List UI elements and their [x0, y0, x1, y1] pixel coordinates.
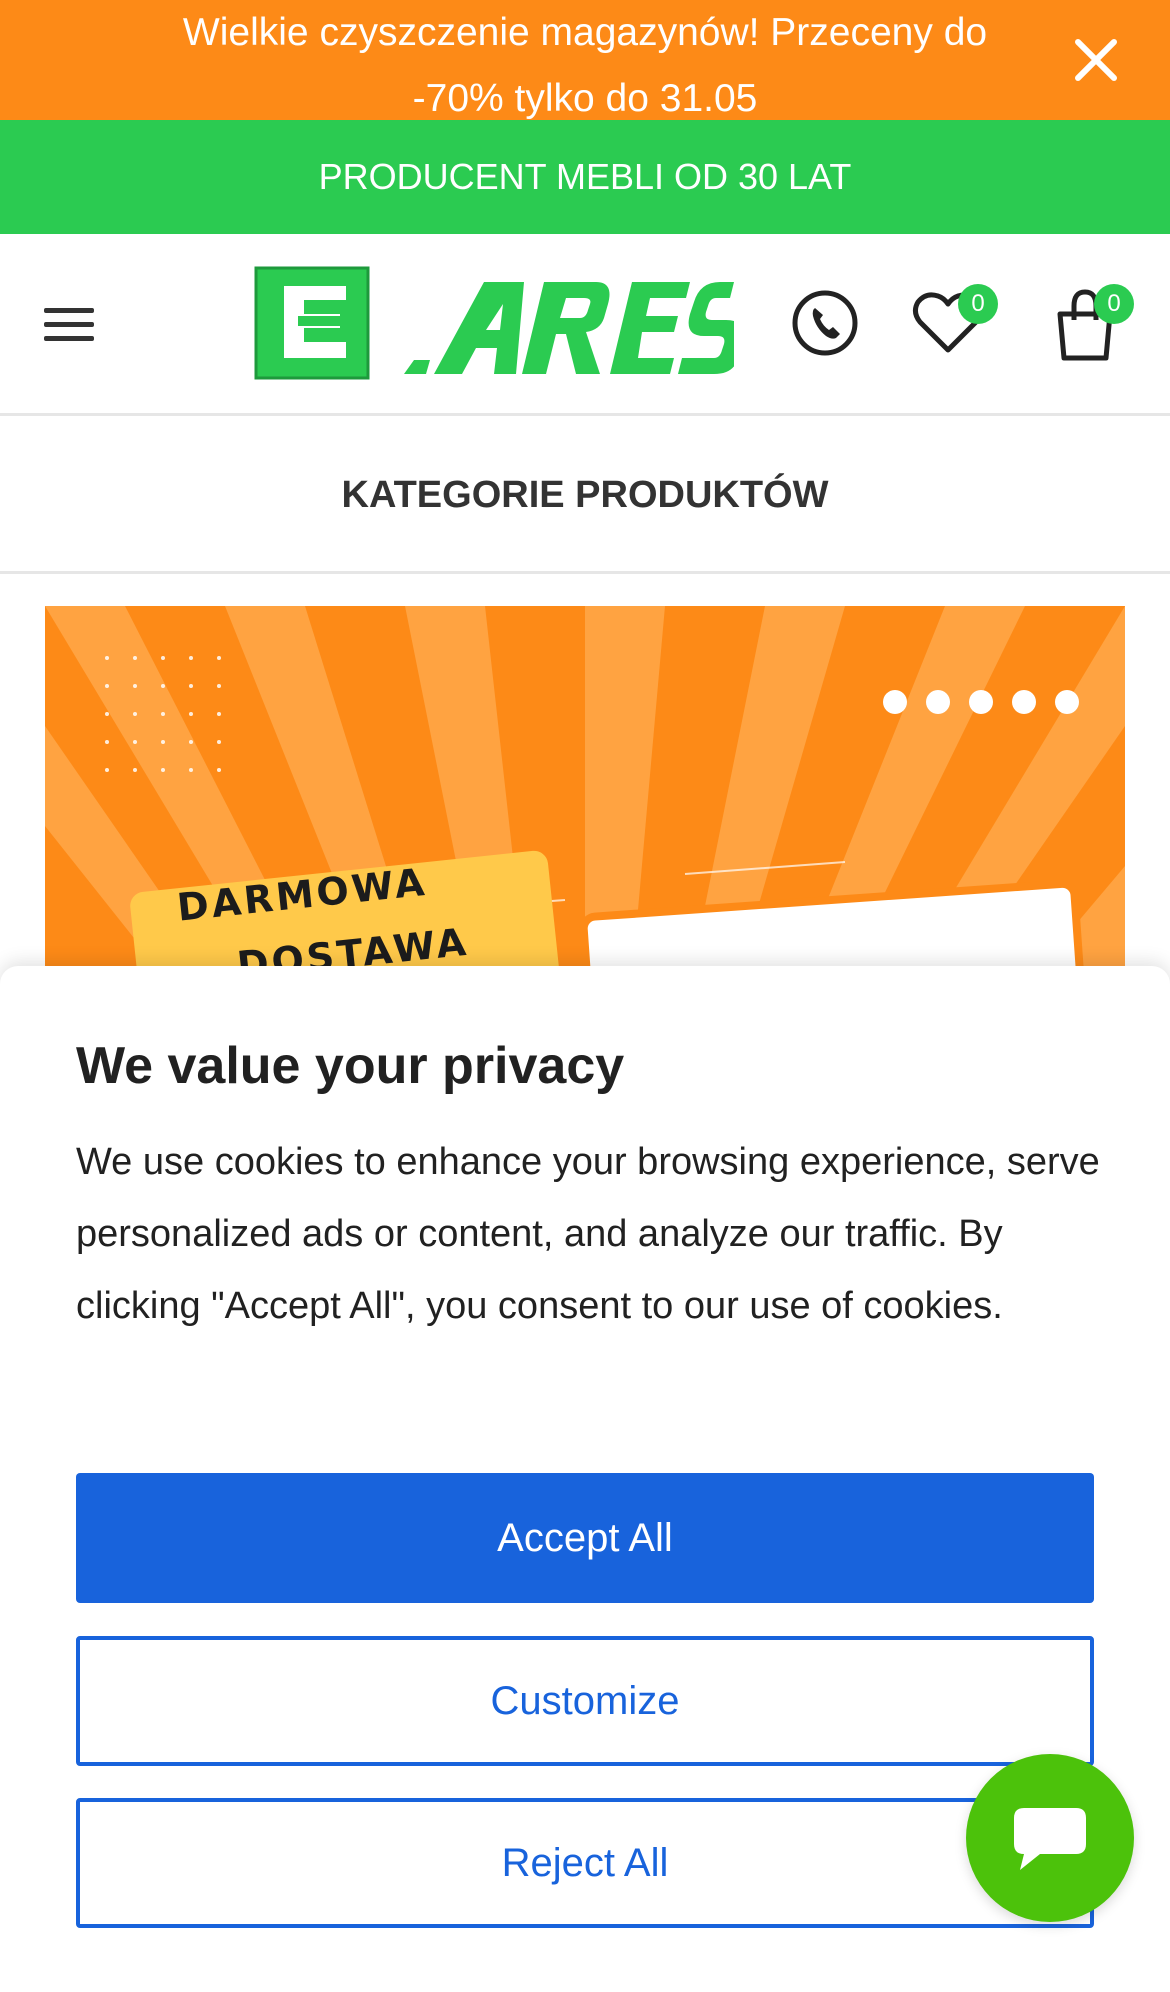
close-icon[interactable] — [1064, 28, 1128, 92]
cart-count-badge: 0 — [1094, 284, 1134, 324]
reject-all-button[interactable]: Reject All — [76, 1798, 1094, 1928]
product-categories-toggle[interactable]: KATEGORIE PRODUKTÓW — [0, 416, 1170, 574]
promo-text: Wielkie czyszczenie magazynów! Przeceny … — [150, 0, 1020, 132]
slider-dot[interactable] — [1012, 690, 1036, 714]
tagline-bar: PRODUCENT MEBLI OD 30 LAT — [0, 120, 1170, 234]
promo-bar: Wielkie czyszczenie magazynów! Przeceny … — [0, 0, 1170, 120]
slider-dot[interactable] — [926, 690, 950, 714]
wishlist-count-badge: 0 — [958, 284, 998, 324]
cookie-description: We use cookies to enhance your browsing … — [76, 1141, 1100, 1327]
chat-bubble-icon[interactable] — [966, 1754, 1134, 1922]
customize-button[interactable]: Customize — [76, 1636, 1094, 1766]
site-header: 0 0 — [0, 234, 1170, 416]
accept-all-button[interactable]: Accept All — [76, 1473, 1094, 1603]
promo-line-1: Wielkie czyszczenie magazynów! Przeceny … — [182, 11, 988, 54]
slider-dot[interactable] — [1055, 690, 1079, 714]
phone-icon[interactable] — [788, 286, 862, 360]
promo-banner-slider[interactable]: DARMOWA DOSTAWA — [45, 606, 1125, 966]
slider-dot[interactable] — [969, 690, 993, 714]
slider-dot[interactable] — [883, 690, 907, 714]
hamburger-menu-icon[interactable] — [40, 294, 100, 354]
site-logo[interactable] — [254, 264, 744, 384]
cookie-title: We value your privacy — [76, 1037, 625, 1095]
slider-dots — [883, 690, 1079, 714]
